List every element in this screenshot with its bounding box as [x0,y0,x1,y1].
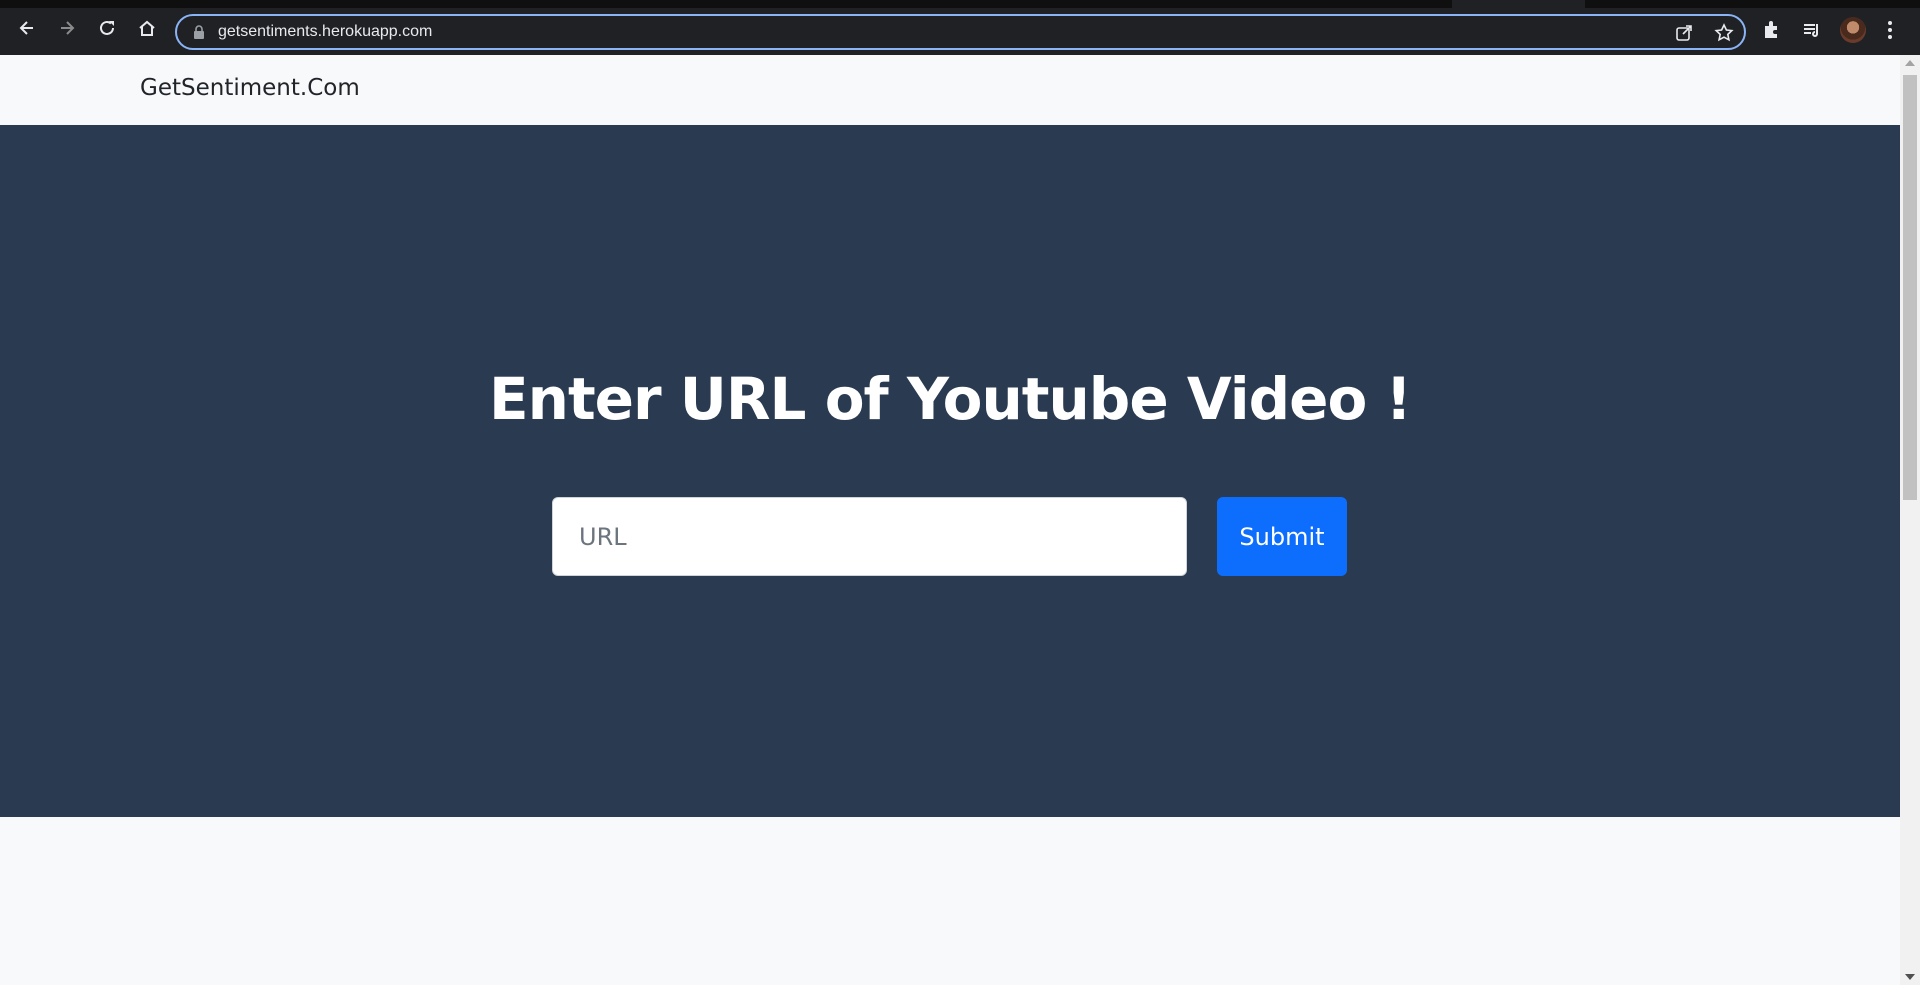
hero-section: Enter URL of Youtube Video ! Submit [0,125,1900,817]
extensions-icon[interactable] [1761,19,1783,41]
scroll-up-arrow-icon[interactable] [1905,60,1915,66]
inactive-tab-edge[interactable] [1585,0,1920,8]
share-icon[interactable] [1674,23,1694,43]
page-title: Enter URL of Youtube Video ! [489,365,1412,433]
url-input[interactable] [552,497,1187,576]
submit-button[interactable]: Submit [1217,497,1347,576]
home-icon [139,20,155,36]
kebab-menu-icon[interactable] [1884,18,1896,42]
back-button[interactable] [13,14,41,42]
forward-icon [61,21,75,35]
scroll-down-arrow-icon[interactable] [1905,974,1915,980]
page-scrollbar[interactable] [1900,55,1920,985]
brand-link[interactable]: GetSentiment.Com [140,75,360,101]
active-tab-edge[interactable] [1452,0,1585,8]
home-button[interactable] [133,14,161,42]
address-bar-url[interactable]: getsentiments.herokuapp.com [218,23,432,41]
forward-button[interactable] [53,14,81,42]
reload-button[interactable] [93,14,121,42]
bookmark-star-icon[interactable] [1714,23,1734,43]
site-navbar: GetSentiment.Com [0,55,1900,125]
reload-icon [100,20,114,35]
browser-toolbar: getsentiments.herokuapp.com [0,0,1920,55]
lock-icon[interactable] [191,24,207,40]
page-viewport: GetSentiment.Com Enter URL of Youtube Vi… [0,55,1900,985]
back-icon [19,21,33,35]
tab-strip [0,0,1920,8]
scrollbar-thumb[interactable] [1903,75,1917,500]
address-bar[interactable]: getsentiments.herokuapp.com [175,14,1746,50]
avatar[interactable] [1840,17,1866,43]
media-queue-icon[interactable] [1801,19,1823,41]
